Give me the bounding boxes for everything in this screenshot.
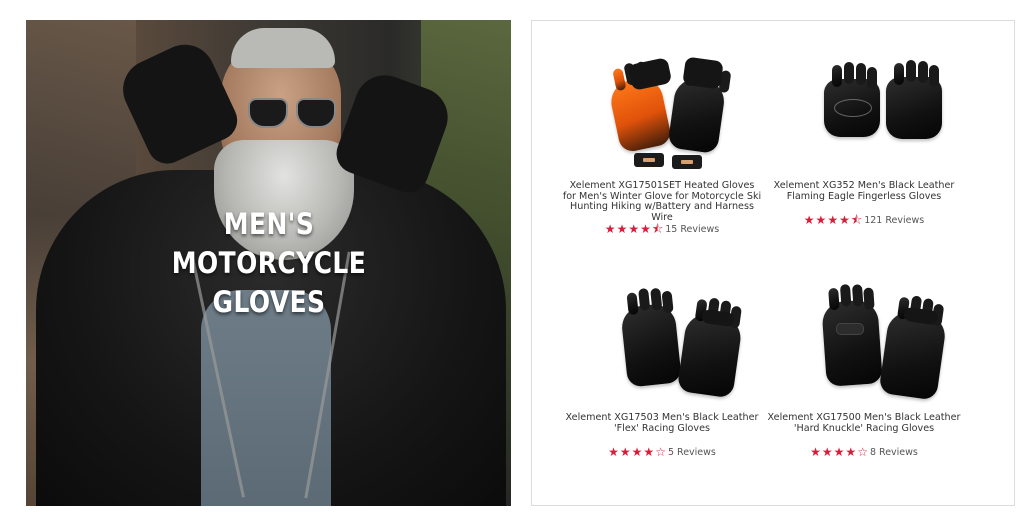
star-full-icon: ★	[803, 213, 815, 227]
racing-glove-left	[619, 302, 683, 388]
fingerless-gloves-image[interactable]	[774, 51, 954, 181]
star-full-icon: ★	[608, 445, 619, 459]
racing-glove-right	[676, 311, 744, 399]
star-full-icon: ★	[810, 445, 821, 459]
star-rating: ★ ★ ★ ★ ☆	[810, 446, 868, 458]
star-full-icon: ★	[628, 222, 640, 236]
sunglasses-lens	[296, 98, 336, 128]
battery-pack	[672, 155, 702, 169]
star-full-icon: ★	[619, 445, 631, 459]
review-count[interactable]: 8 Reviews	[870, 447, 918, 458]
star-full-icon: ★	[640, 222, 651, 236]
star-full-icon: ★	[815, 213, 827, 227]
eagle-emblem	[834, 99, 872, 117]
heated-gloves-image[interactable]	[572, 51, 752, 181]
product-card[interactable]: Xelement XG17503 Men's Black Leather 'Fl…	[547, 283, 777, 458]
product-grid: Xelement XG17501SET Heated Gloves for Me…	[531, 20, 1015, 506]
hero-title-line: MOTORCYCLE	[171, 246, 367, 280]
product-card[interactable]: Xelement XG17501SET Heated Gloves for Me…	[547, 51, 777, 235]
fingerless-glove-right	[886, 63, 942, 139]
product-card[interactable]: Xelement XG17500 Men's Black Leather 'Ha…	[749, 283, 979, 458]
hero-title-line: MEN'S	[223, 207, 315, 241]
product-rating: ★ ★ ★ ★ ☆ 5 Reviews	[547, 446, 777, 458]
star-rating: ★ ★ ★ ★ ⯪	[804, 214, 862, 226]
product-name[interactable]: Xelement XG352 Men's Black Leather Flami…	[764, 180, 964, 202]
sunglasses-lens	[248, 98, 288, 128]
review-count[interactable]: 121 Reviews	[864, 215, 924, 226]
hero-hair	[231, 28, 335, 68]
product-card[interactable]: Xelement XG352 Men's Black Leather Flami…	[749, 51, 979, 226]
star-full-icon: ★	[845, 445, 857, 459]
hero-banner[interactable]: MEN'S MOTORCYCLE GLOVES	[26, 20, 511, 506]
review-count[interactable]: 5 Reviews	[668, 447, 716, 458]
product-name[interactable]: Xelement XG17501SET Heated Gloves for Me…	[562, 180, 762, 223]
hard-knuckle-glove-right	[878, 309, 948, 401]
heated-glove-black	[667, 75, 727, 155]
flex-racing-gloves-image[interactable]	[572, 283, 752, 413]
star-full-icon: ★	[616, 222, 628, 236]
hero-title-line: GLOVES	[212, 285, 326, 319]
battery-pack	[634, 153, 664, 167]
star-half-icon: ⯪	[850, 213, 863, 227]
star-full-icon: ★	[604, 222, 616, 236]
star-full-icon: ★	[631, 445, 643, 459]
star-full-icon: ★	[821, 445, 833, 459]
hard-knuckle-glove-left	[821, 299, 883, 387]
star-full-icon: ★	[833, 445, 845, 459]
star-rating: ★ ★ ★ ★ ☆	[608, 446, 666, 458]
product-rating: ★ ★ ★ ★ ☆ 8 Reviews	[749, 446, 979, 458]
star-full-icon: ★	[827, 213, 839, 227]
product-name[interactable]: Xelement XG17503 Men's Black Leather 'Fl…	[562, 412, 762, 434]
star-empty-icon: ☆	[655, 445, 666, 459]
glove-cuff	[627, 57, 673, 91]
hard-knuckle-gloves-image[interactable]	[774, 283, 954, 413]
star-rating: ★ ★ ★ ★ ⯪	[605, 223, 663, 235]
star-half-icon: ⯪	[651, 222, 664, 236]
star-full-icon: ★	[839, 213, 850, 227]
product-rating: ★ ★ ★ ★ ⯪ 121 Reviews	[749, 214, 979, 226]
star-empty-icon: ☆	[857, 445, 868, 459]
knuckle-guard	[836, 323, 864, 335]
star-full-icon: ★	[643, 445, 655, 459]
product-rating: ★ ★ ★ ★ ⯪ 15 Reviews	[547, 223, 777, 235]
glove-cuff	[682, 56, 724, 90]
product-name[interactable]: Xelement XG17500 Men's Black Leather 'Ha…	[764, 412, 964, 434]
hero-title: MEN'S MOTORCYCLE GLOVES	[162, 205, 377, 322]
review-count[interactable]: 15 Reviews	[665, 224, 719, 235]
